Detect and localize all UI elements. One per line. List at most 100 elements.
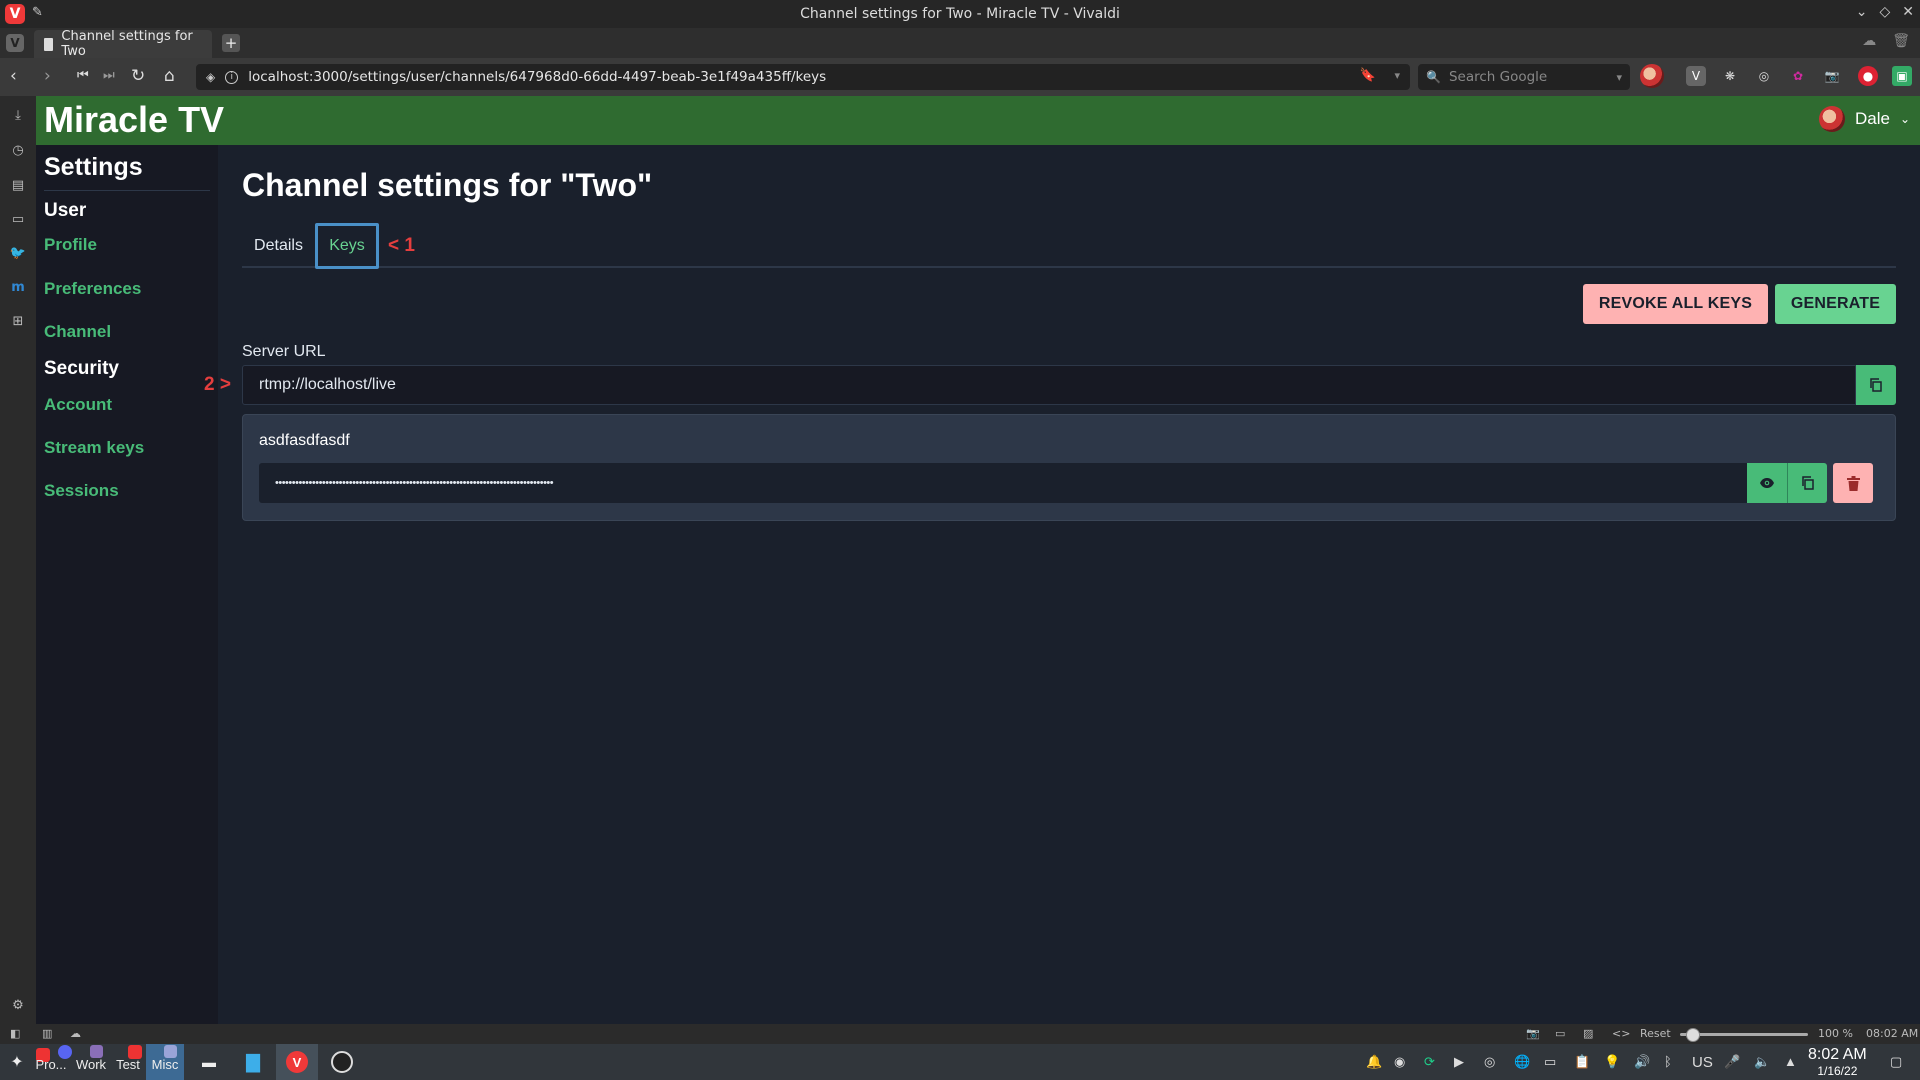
stream-key-field[interactable]: ••••••••••••••••••••••••••••••••••••••••… <box>259 463 1747 503</box>
terminal-icon[interactable]: ▬ <box>196 1044 222 1080</box>
rewind-icon[interactable]: ⏮ <box>77 66 89 86</box>
search-dropdown-icon[interactable]: ▾ <box>1616 71 1622 84</box>
sidebar-item-channel[interactable]: Channel <box>44 322 111 342</box>
mail-icon[interactable]: ▭ <box>9 210 27 228</box>
forward-icon[interactable]: › <box>44 66 51 86</box>
page-title: Channel settings for "Two" <box>242 167 653 203</box>
reload-icon[interactable]: ↻ <box>131 66 145 86</box>
browser-status-bar: ◧ ▥ ☁ 📷 ▭ ▨ <> Reset 100 % 08:02 AM <box>0 1024 1920 1044</box>
lightbulb-icon[interactable]: 💡 <box>1604 1054 1620 1070</box>
tile-icon[interactable]: ▥ <box>42 1027 52 1040</box>
sidebar-item-sessions[interactable]: Sessions <box>44 481 119 501</box>
cloud-sync-icon[interactable]: ☁ <box>1862 33 1876 49</box>
app-launcher-icon[interactable]: ✦ <box>4 1044 30 1080</box>
zoom-reset-button[interactable]: Reset <box>1640 1027 1671 1040</box>
site-info-icon[interactable]: i <box>225 70 239 84</box>
obs-task-button[interactable] <box>322 1044 362 1080</box>
extension-target-icon[interactable]: ◎ <box>1754 66 1774 86</box>
history-icon[interactable]: ◷ <box>9 141 27 159</box>
fast-forward-icon[interactable]: ⏭ <box>103 66 115 86</box>
minimize-icon[interactable]: ⌄ <box>1856 4 1868 20</box>
sync-tray-icon[interactable]: ⟳ <box>1424 1054 1435 1070</box>
notifications-icon[interactable]: 🔔 <box>1366 1054 1382 1070</box>
sidebar-item-account[interactable]: Account <box>44 395 112 415</box>
user-menu[interactable]: Dale ⌄ <box>1818 106 1910 132</box>
code-icon[interactable]: <> <box>1612 1027 1630 1040</box>
image-icon[interactable]: ▨ <box>1583 1027 1593 1040</box>
search-field[interactable]: 🔍 Search Google ▾ <box>1418 64 1630 90</box>
downloads-icon[interactable]: ⤓ <box>9 106 27 124</box>
server-url-label: Server URL <box>242 343 326 360</box>
copy-server-url-button[interactable] <box>1856 365 1896 405</box>
sidebar-item-preferences[interactable]: Preferences <box>44 279 141 299</box>
bookmark-icon[interactable]: 🔖 <box>1360 68 1376 83</box>
zoom-slider-handle[interactable] <box>1685 1028 1700 1042</box>
speaker-icon[interactable]: 🔈 <box>1754 1054 1770 1070</box>
vivaldi-logo-icon[interactable]: V <box>5 4 25 24</box>
window-icon[interactable]: ▭ <box>1555 1027 1565 1040</box>
revoke-all-keys-button[interactable]: REVOKE ALL KEYS <box>1583 284 1768 324</box>
microphone-icon[interactable]: 🎤 <box>1724 1054 1740 1070</box>
show-desktop-icon[interactable]: ▢ <box>1890 1054 1902 1070</box>
discord-tray-icon[interactable]: ◉ <box>1394 1054 1405 1070</box>
sidebar-item-stream-keys[interactable]: Stream keys <box>44 438 144 458</box>
twitter-icon[interactable]: 🐦 <box>9 244 27 262</box>
bluetooth-icon[interactable]: ᛒ <box>1664 1054 1672 1069</box>
capture-icon[interactable]: 📷 <box>1526 1027 1540 1040</box>
url-field[interactable]: ◈ i localhost:3000/settings/user/channel… <box>196 64 1410 90</box>
delete-key-button[interactable] <box>1833 463 1873 503</box>
settings-sidebar: Settings User Profile Preferences Channe… <box>36 145 218 1024</box>
extension-gear-icon[interactable]: ❋ <box>1720 66 1740 86</box>
extension-red-icon[interactable]: ● <box>1858 66 1878 86</box>
sidebar-title: Settings <box>44 153 143 181</box>
trash-icon[interactable]: 🗑 <box>1892 33 1910 49</box>
tab-details[interactable]: Details <box>242 223 315 269</box>
panel-toggle-icon[interactable]: ◧ <box>10 1027 20 1040</box>
generate-button[interactable]: GENERATE <box>1775 284 1896 324</box>
browser-tab[interactable]: Channel settings for Two <box>34 29 212 59</box>
mastodon-icon[interactable]: m <box>9 278 27 296</box>
maximize-icon[interactable]: ◇ <box>1879 4 1890 20</box>
browser-titlebar: V ✎ Channel settings for Two - Miracle T… <box>0 0 1920 28</box>
obs-tray-icon[interactable]: ◎ <box>1484 1054 1495 1070</box>
file-manager-icon[interactable]: ▇ <box>238 1044 268 1080</box>
sidebar-item-profile[interactable]: Profile <box>44 235 97 255</box>
volume-icon[interactable]: 🔊 <box>1634 1054 1650 1070</box>
shield-icon[interactable]: ◈ <box>206 70 215 84</box>
tab-keys[interactable]: Keys <box>315 223 379 269</box>
task-item-work[interactable]: Work <box>72 1044 110 1080</box>
tray-expand-icon[interactable]: ▲ <box>1784 1054 1797 1069</box>
vivaldi-menu-icon[interactable]: V <box>6 34 24 52</box>
task-label: Misc <box>151 1056 179 1072</box>
vivaldi-task-button[interactable]: V <box>276 1044 318 1080</box>
clipboard-icon[interactable]: 📋 <box>1574 1054 1590 1070</box>
settings-gear-icon[interactable]: ⚙ <box>9 996 27 1014</box>
media-play-icon[interactable]: ▶ <box>1454 1054 1464 1070</box>
back-icon[interactable]: ‹ <box>10 66 17 86</box>
show-key-button[interactable] <box>1747 463 1787 503</box>
camera-icon[interactable]: 📷 <box>1822 66 1842 86</box>
task-item-test[interactable]: Test <box>112 1044 144 1080</box>
close-icon[interactable]: ✕ <box>1902 4 1914 20</box>
home-icon[interactable]: ⌂ <box>164 66 175 86</box>
terminal-tray-icon[interactable]: ▭ <box>1544 1054 1556 1070</box>
url-dropdown-icon[interactable]: ▾ <box>1394 69 1400 82</box>
taskbar-clock[interactable]: 8:02 AM 1/16/22 <box>1808 1046 1867 1080</box>
extension-flower-icon[interactable]: ✿ <box>1788 66 1808 86</box>
server-url-field[interactable]: rtmp://localhost/live <box>242 365 1856 405</box>
task-item-pro[interactable]: Pro... <box>32 1044 72 1080</box>
profile-avatar-icon[interactable] <box>1640 64 1664 88</box>
brand-logo[interactable]: Miracle TV <box>44 98 224 142</box>
new-tab-button[interactable]: + <box>222 34 240 52</box>
pin-icon[interactable]: ✎ <box>32 5 43 20</box>
stream-key-name: asdfasdfasdf <box>259 432 350 449</box>
copy-key-button[interactable] <box>1787 463 1827 503</box>
network-globe-icon[interactable]: 🌐 <box>1514 1054 1530 1070</box>
task-item-misc[interactable]: Misc <box>146 1044 184 1080</box>
cloud-icon[interactable]: ☁ <box>70 1027 81 1040</box>
notes-icon[interactable]: ▤ <box>9 176 27 194</box>
extension-v-icon[interactable]: V <box>1686 66 1706 86</box>
add-panel-icon[interactable]: ⊞ <box>9 312 27 330</box>
keyboard-layout[interactable]: US <box>1692 1054 1713 1071</box>
extension-window-icon[interactable]: ▣ <box>1892 66 1912 86</box>
